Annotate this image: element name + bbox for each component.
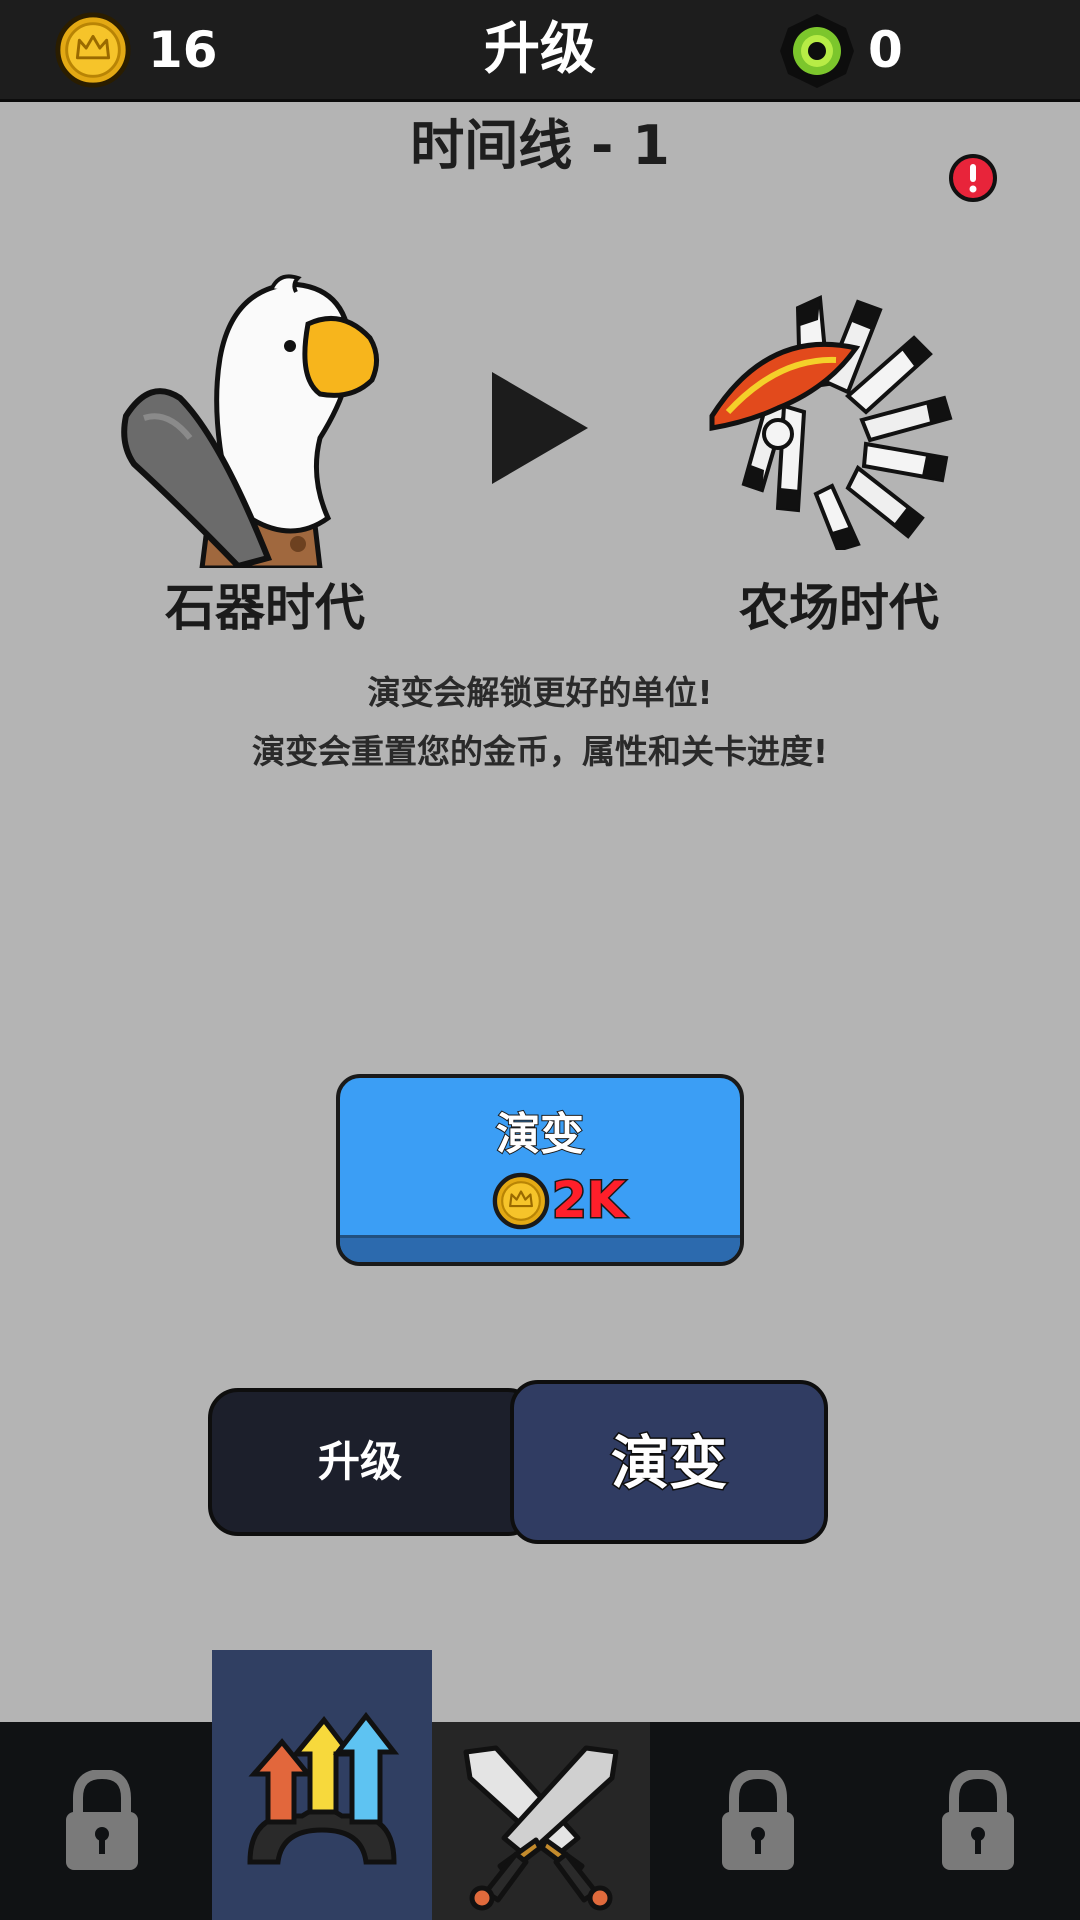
- nav-item-locked-1[interactable]: [0, 1722, 212, 1920]
- red-alert-icon[interactable]: [948, 153, 998, 203]
- button-shadow-band: [340, 1235, 740, 1262]
- tab-upgrade[interactable]: 升级: [208, 1388, 538, 1536]
- gem-count: 0: [868, 21, 903, 79]
- lock-icon: [942, 1770, 1014, 1870]
- next-era-label: 农场时代: [739, 579, 939, 637]
- bottom-nav: [0, 1650, 1080, 1920]
- lock-icon: [66, 1770, 138, 1870]
- upgrade-arrows-icon: [247, 1712, 400, 1865]
- green-gem-icon: [780, 14, 854, 88]
- page-title: 升级: [484, 17, 596, 82]
- info-line-unlock: 演变会解锁更好的单位!: [367, 673, 713, 712]
- info-line-reset: 演变会重置您的金币，属性和关卡进度!: [251, 732, 829, 771]
- current-era-label: 石器时代: [165, 579, 365, 637]
- tab-evolve-label: 演变: [609, 1428, 728, 1499]
- evolve-button-label: 演变: [495, 1108, 585, 1161]
- nav-item-locked-2[interactable]: [652, 1722, 866, 1920]
- nav-item-upgrade[interactable]: [212, 1650, 432, 1920]
- tab-evolve[interactable]: 演变: [510, 1380, 828, 1544]
- lock-icon: [722, 1770, 794, 1870]
- nav-item-battle[interactable]: [432, 1722, 650, 1920]
- evolve-cost: 2K: [551, 1170, 628, 1231]
- stone-age-duck-icon: [121, 274, 379, 568]
- tab-upgrade-label: 升级: [317, 1437, 402, 1486]
- timeline-title: 时间线 - 1: [410, 114, 670, 177]
- crown-coin-icon: [492, 1172, 550, 1230]
- top-bar: 16 升级 0: [0, 0, 1080, 102]
- evolve-button[interactable]: 演变 2K: [336, 1074, 744, 1266]
- play-arrow-icon: [492, 372, 588, 484]
- feather-headdress-icon: [709, 295, 953, 550]
- crossed-swords-icon: [463, 1745, 619, 1911]
- nav-item-locked-3[interactable]: [866, 1722, 1080, 1920]
